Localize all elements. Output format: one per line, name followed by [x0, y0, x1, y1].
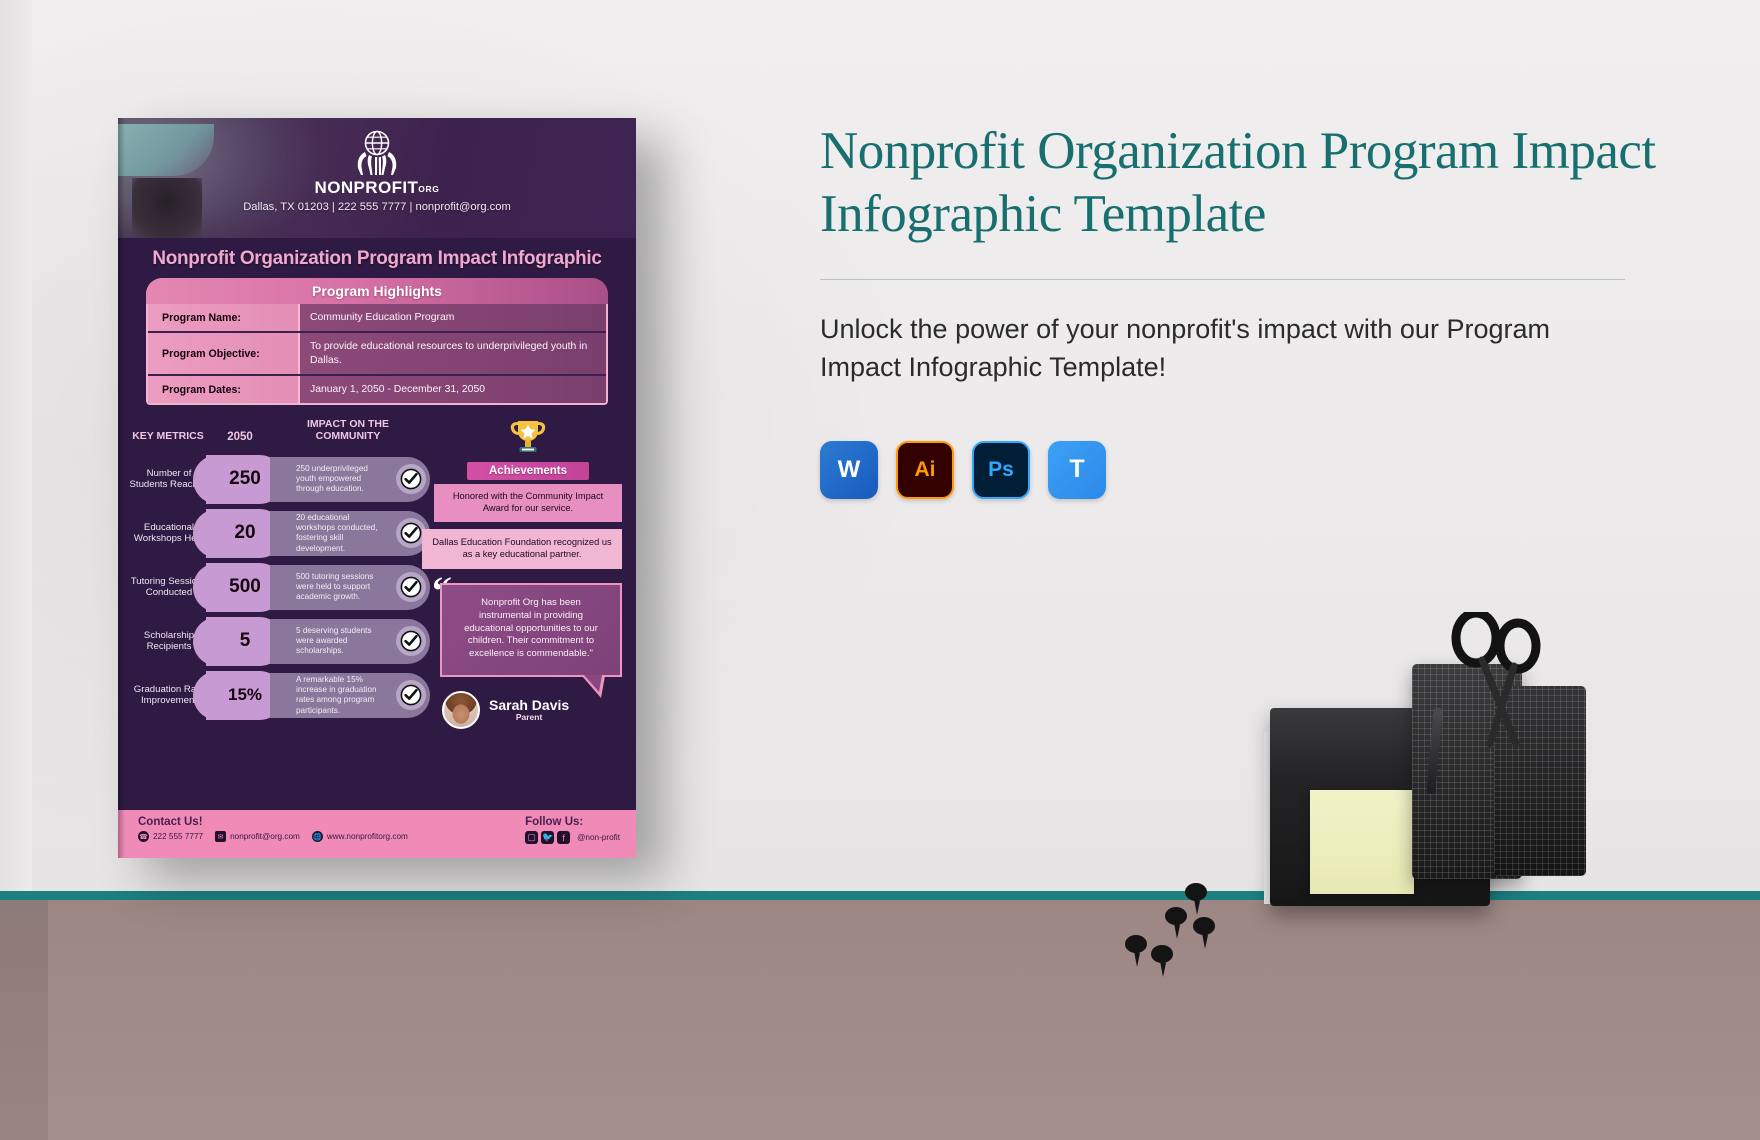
footer-contact-items: ☎ 222 555 7777 ✉ nonprofit@org.com 🌐 www… [138, 831, 408, 842]
flyer-header: NONPROFITORG Dallas, TX 01203 | 222 555 … [118, 118, 636, 238]
metrics-col-header-year: 2050 [227, 430, 253, 443]
check-badge [396, 572, 426, 603]
logo-org-text: ORG [418, 184, 440, 194]
check-badge [396, 680, 426, 711]
footer-website-text: www.nonprofitorg.com [326, 832, 408, 841]
push-pins [1125, 883, 1215, 977]
desk-surface [0, 900, 1760, 1140]
divider [820, 279, 1625, 281]
achievements-tab: Achievements [467, 462, 589, 481]
achievement-item: Honored with the Community Impact Award … [434, 484, 622, 523]
check-circle-icon [400, 522, 422, 544]
footer-follow-title: Follow Us: [525, 816, 584, 828]
envelope-icon: ✉ [215, 831, 227, 842]
testimonial-quote: Nonprofit Org has been instrumental in p… [440, 582, 622, 699]
flyer-title: Nonprofit Organization Program Impact In… [152, 247, 602, 269]
globe-in-hands-icon [357, 130, 397, 175]
footer-email-text: nonprofit@org.com [230, 832, 300, 841]
product-info-panel: Nonprofit Organization Program Impact In… [820, 120, 1680, 499]
metric-value: 250 [229, 468, 261, 490]
row-label: Program Name: [148, 304, 300, 332]
trophy-icon [510, 421, 546, 453]
infographic-flyer[interactable]: NONPROFITORG Dallas, TX 01203 | 222 555 … [118, 118, 636, 858]
achievement-item: Dallas Education Foundation recognized u… [422, 529, 622, 569]
file-format-badges: W Ai Ps T [820, 440, 1680, 499]
footer-social-row: ▢ 🐦 f @non-profit [525, 831, 620, 844]
page-title: Nonprofit Organization Program Impact In… [820, 122, 1656, 243]
app-badge-template-editor[interactable]: T [1048, 440, 1106, 499]
app-badge-word[interactable]: W [820, 440, 878, 499]
table-row: Program Dates: January 1, 2050 - Decembe… [148, 375, 606, 404]
testimonial-block: “ Nonprofit Org has been instrumental in… [432, 570, 622, 699]
app-badge-photoshop[interactable]: Ps [972, 440, 1030, 499]
table-row: Program Objective: To provide educationa… [148, 333, 606, 376]
check-circle-icon [400, 468, 422, 490]
check-circle-icon [400, 576, 422, 598]
wall-left-edge [0, 0, 32, 900]
author-name: Sarah Davis [489, 696, 570, 713]
metric-row: Tutoring Sessions Conducted 500 500 tuto… [118, 561, 430, 614]
desk-organizer [1262, 612, 1592, 912]
logo-name-text: NONPROFIT [314, 178, 419, 197]
metric-row: Scholarship Recipients 5 5 deserving stu… [118, 615, 430, 668]
footer-handle: @non-profit [577, 833, 620, 842]
avatar [442, 691, 480, 730]
row-label: Program Objective: [148, 333, 300, 374]
phone-icon: ☎ [138, 831, 149, 842]
globe-icon: 🌐 [311, 831, 323, 842]
row-value: January 1, 2050 - December 31, 2050 [300, 375, 606, 404]
footer-website[interactable]: 🌐 www.nonprofitorg.com [311, 831, 408, 842]
check-badge [396, 626, 426, 657]
key-metrics-column: KEY METRICS 2050 IMPACT ON THE COMMUNITY… [118, 418, 430, 729]
program-highlights-block: Program Highlights Program Name: Communi… [118, 276, 636, 406]
metrics-col-header-metric: KEY METRICS [132, 430, 204, 442]
author-text: Sarah Davis Parent [489, 696, 570, 723]
metric-row: Graduation Rate Improvement 15% A remark… [118, 669, 430, 722]
achievements-column: Achievements Honored with the Community … [422, 419, 636, 730]
desk-left-edge [0, 900, 48, 1140]
check-circle-icon [400, 684, 422, 706]
metrics-and-achievements: KEY METRICS 2050 IMPACT ON THE COMMUNITY… [118, 405, 636, 730]
twitter-icon[interactable]: 🐦 [541, 831, 555, 844]
check-circle-icon [400, 630, 422, 652]
metrics-col-header-impact: IMPACT ON THE COMMUNITY [306, 418, 390, 442]
metric-row: Educational Workshops Held 20 20 educati… [118, 507, 430, 560]
row-value: Community Education Program [300, 304, 606, 332]
footer-phone[interactable]: ☎ 222 555 7777 [138, 831, 203, 842]
footer-email[interactable]: ✉ nonprofit@org.com [215, 831, 300, 842]
app-badge-illustrator[interactable]: Ai [896, 440, 954, 499]
author-role: Parent [515, 712, 543, 723]
footer-phone-text: 222 555 7777 [153, 832, 204, 841]
page-subtitle: Unlock the power of your nonprofit's imp… [820, 314, 1550, 383]
footer-contact: Contact Us! ☎ 222 555 7777 ✉ nonprofit@o… [138, 816, 408, 858]
header-contact-line: Dallas, TX 01203 | 222 555 7777 | nonpro… [243, 201, 511, 213]
footer-contact-title: Contact Us! [138, 816, 203, 828]
metric-value: 20 [234, 522, 256, 544]
program-highlights-heading: Program Highlights [146, 278, 608, 304]
flyer-footer: Contact Us! ☎ 222 555 7777 ✉ nonprofit@o… [118, 810, 636, 858]
flyer-title-band: Nonprofit Organization Program Impact In… [118, 238, 636, 276]
check-badge [396, 464, 426, 495]
logo-block: NONPROFITORG Dallas, TX 01203 | 222 555 … [118, 128, 636, 213]
sticky-note [1310, 790, 1414, 894]
program-highlights-table: Program Name: Community Education Progra… [146, 304, 608, 406]
instagram-icon[interactable]: ▢ [525, 831, 539, 844]
facebook-icon[interactable]: f [557, 831, 571, 844]
row-value: To provide educational resources to unde… [300, 333, 606, 374]
table-row: Program Name: Community Education Progra… [148, 304, 606, 334]
footer-follow: Follow Us: ▢ 🐦 f @non-profit [525, 816, 620, 858]
scissors-icon [1451, 612, 1541, 748]
row-label: Program Dates: [148, 375, 300, 404]
metric-row: Number of Students Reached 250 250 under… [118, 453, 430, 506]
metric-value: 5 [239, 630, 251, 652]
metrics-header-row: KEY METRICS 2050 IMPACT ON THE COMMUNITY [118, 418, 430, 453]
trophy-block [434, 415, 622, 464]
metric-value: 15% [227, 685, 263, 705]
testimonial-author: Sarah Davis Parent [434, 691, 622, 730]
metric-value: 500 [229, 576, 261, 598]
logo-wordmark: NONPROFITORG [118, 179, 636, 196]
